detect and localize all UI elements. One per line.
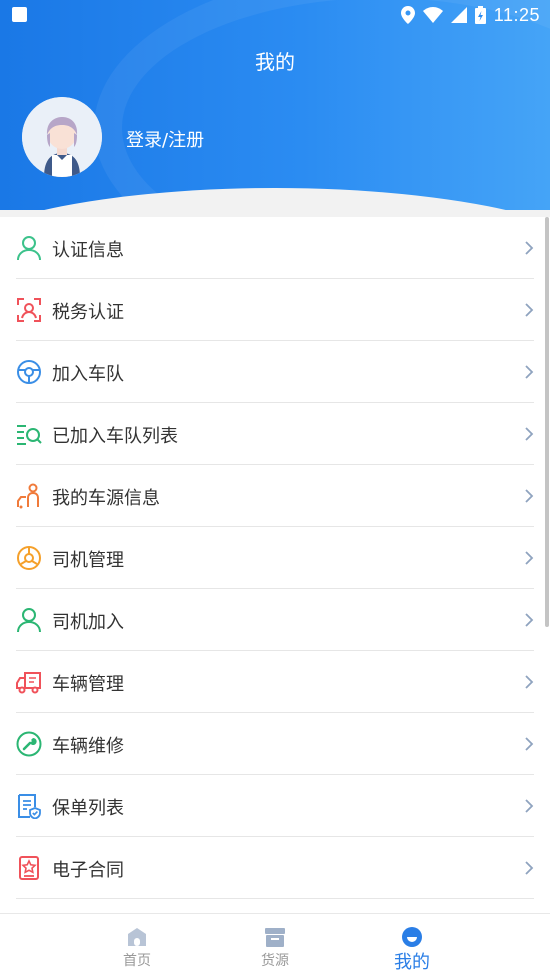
steering-wheel-icon <box>17 360 41 384</box>
avatar[interactable] <box>22 97 102 177</box>
list-search-icon <box>17 425 42 445</box>
menu-item-driver-management[interactable]: 司机管理 <box>0 527 550 589</box>
scrollbar[interactable] <box>545 217 549 627</box>
menu-item-vehicle-management[interactable]: 车辆管理 <box>0 651 550 713</box>
profile-header: 11:25 我的 登录/注册 <box>0 0 550 210</box>
divider <box>16 898 534 899</box>
header-decoration <box>94 0 550 210</box>
steering-wheel-icon <box>17 546 41 570</box>
avatar-illustration-icon <box>22 97 102 177</box>
menu-item-label: 已加入车队列表 <box>52 426 178 447</box>
menu-item-joined-fleets[interactable]: 已加入车队列表 <box>0 403 550 465</box>
menu-item-tax-auth[interactable]: 税务认证 <box>0 279 550 341</box>
menu-list: 认证信息 税务认证 加入车队 已加入车队列表 我的车源信息 司机管理 司机加入 … <box>0 217 550 913</box>
menu-item-join-fleet[interactable]: 加入车队 <box>0 341 550 403</box>
location-icon <box>400 6 415 24</box>
chevron-right-icon <box>525 861 534 875</box>
nav-item-mine[interactable]: 我的 <box>352 914 472 979</box>
nav-label: 首页 <box>123 953 151 969</box>
menu-item-label: 我的车源信息 <box>52 488 160 509</box>
chevron-right-icon <box>525 799 534 813</box>
chevron-right-icon <box>525 303 534 317</box>
menu-item-label: 保单列表 <box>52 798 124 819</box>
menu-item-label: 税务认证 <box>52 302 124 323</box>
menu-item-label: 车辆维修 <box>52 736 124 757</box>
driver-vehicle-icon <box>17 483 39 509</box>
chevron-right-icon <box>525 737 534 751</box>
chevron-right-icon <box>525 675 534 689</box>
chevron-right-icon <box>525 489 534 503</box>
menu-item-my-vehicle-info[interactable]: 我的车源信息 <box>0 465 550 527</box>
notification-icon <box>12 7 27 22</box>
status-icons: 11:25 <box>400 3 540 27</box>
box-icon <box>265 928 285 947</box>
page-title: 我的 <box>255 50 295 74</box>
wrench-icon <box>16 731 42 757</box>
menu-item-label: 认证信息 <box>52 240 124 261</box>
nav-label: 货源 <box>261 953 289 969</box>
home-icon <box>128 928 146 946</box>
signal-icon <box>450 7 467 23</box>
menu-item-label: 车辆管理 <box>52 674 124 695</box>
nav-item-home[interactable]: 首页 <box>77 914 197 979</box>
user-outline-icon <box>17 608 41 633</box>
menu-item-policy-list[interactable]: 保单列表 <box>0 775 550 837</box>
chevron-right-icon <box>525 365 534 379</box>
contract-stamp-icon <box>19 856 39 880</box>
chevron-right-icon <box>525 551 534 565</box>
wifi-icon <box>422 7 443 23</box>
user-outline-icon <box>17 236 41 261</box>
nav-item-cargo[interactable]: 货源 <box>215 914 335 979</box>
face-scan-icon <box>17 298 41 322</box>
menu-item-vehicle-repair[interactable]: 车辆维修 <box>0 713 550 775</box>
profile-icon <box>402 927 422 947</box>
login-register-link[interactable]: 登录/注册 <box>126 126 204 152</box>
menu-item-label: 加入车队 <box>52 364 124 385</box>
menu-item-label: 电子合同 <box>52 860 124 881</box>
battery-icon <box>474 6 486 24</box>
chevron-right-icon <box>525 613 534 627</box>
menu-item-e-contract[interactable]: 电子合同 <box>0 837 550 899</box>
policy-document-icon <box>18 794 41 819</box>
menu-item-label: 司机加入 <box>52 612 124 633</box>
menu-item-label: 司机管理 <box>52 550 124 571</box>
bottom-nav: 首页 货源 我的 <box>0 913 550 979</box>
menu-item-auth-info[interactable]: 认证信息 <box>0 217 550 279</box>
status-bar: 11:25 <box>0 0 550 30</box>
truck-icon <box>16 672 41 694</box>
clock: 11:25 <box>493 4 540 25</box>
nav-label: 我的 <box>394 952 430 973</box>
chevron-right-icon <box>525 427 534 441</box>
menu-item-driver-join[interactable]: 司机加入 <box>0 589 550 651</box>
chevron-right-icon <box>525 241 534 255</box>
